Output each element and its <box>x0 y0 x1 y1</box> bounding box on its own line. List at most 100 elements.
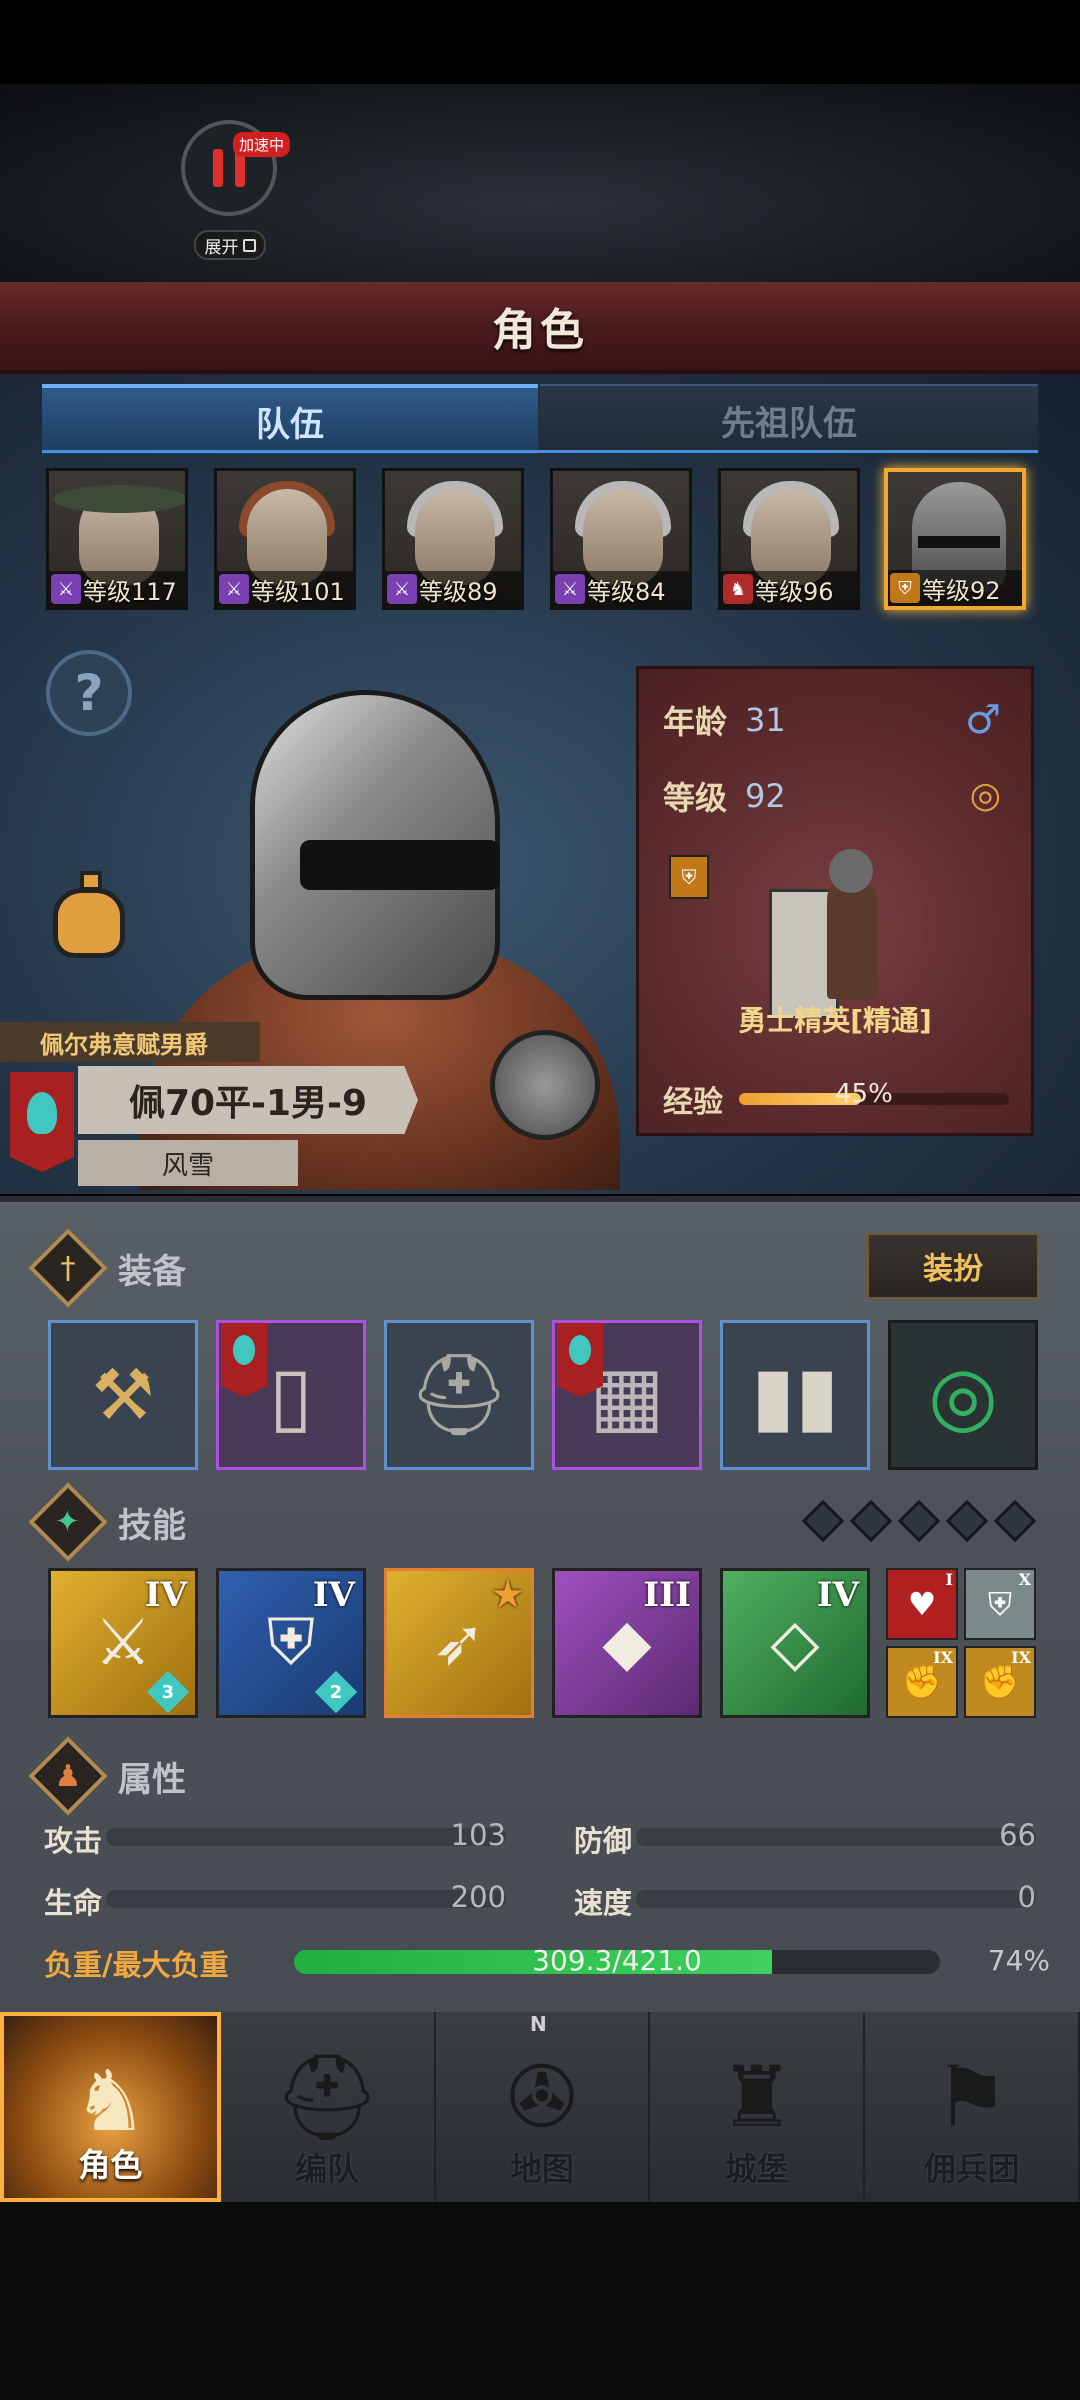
helmet-icon: ⛑ <box>273 2047 381 2146</box>
skill-slot-2[interactable]: ⛨ IV 2 <box>216 1568 366 1718</box>
speed-badge: 加速中 <box>233 132 291 157</box>
skill-rank: III <box>643 1575 691 1615</box>
expand-button[interactable]: 展开 <box>194 230 266 260</box>
nav-label: 佣兵团 <box>923 2150 1020 2188</box>
male-icon: ♂ <box>965 697 1001 743</box>
skill-slot-4[interactable]: ◆ III <box>552 1568 702 1718</box>
shield-icon: ⛨ <box>890 573 920 603</box>
passive-skill-2[interactable]: ⛨ X <box>964 1568 1036 1640</box>
age-label: 年龄 <box>663 703 728 741</box>
skill-rank: IX <box>933 1648 953 1667</box>
level-label: 等级 <box>663 779 728 817</box>
level-strip: ⛨ 等级92 <box>888 570 1022 606</box>
attack-value: 103 <box>450 1818 506 1852</box>
roster-level: 等级96 <box>755 577 834 606</box>
skill-rank: ★ <box>492 1575 523 1615</box>
level-strip: ♞ 等级96 <box>721 571 857 607</box>
defense-label: 防御 <box>574 1824 633 1858</box>
equip-slot-weapon[interactable]: ⚒ <box>48 1320 198 1470</box>
tab-team[interactable]: 队伍 <box>42 384 538 454</box>
skills-header: ✦ 技能 <box>28 1482 186 1562</box>
bottom-bar-area <box>0 2202 1080 2400</box>
nav-mercenary[interactable]: ⚑ 佣兵团 <box>865 2012 1080 2202</box>
skill-level-badge: 2 <box>314 1670 358 1714</box>
character-name[interactable]: 佩70平-1男-9 <box>78 1066 418 1134</box>
title-banner: 角色 <box>0 282 1080 374</box>
roster-portrait-1[interactable]: ⚔ 等级117 <box>46 468 188 610</box>
nav-formation[interactable]: ⛑ 编队 <box>220 2012 436 2202</box>
skill-slot-3[interactable]: ➶ ★ <box>384 1568 534 1718</box>
hp-row: 生命 <box>44 1880 102 1922</box>
equip-slot-armor[interactable]: ▦ <box>552 1320 702 1470</box>
skill-slot-1[interactable]: ⚔ IV 3 <box>48 1568 198 1718</box>
nav-castle[interactable]: ♜ 城堡 <box>650 2012 866 2202</box>
tab-ancestor[interactable]: 先祖队伍 <box>540 384 1038 454</box>
nav-map[interactable]: ✇ 地图 <box>435 2012 651 2202</box>
speed-value: 0 <box>1017 1880 1036 1914</box>
passive-skill-4[interactable]: ✊ IX <box>964 1646 1036 1718</box>
passive-skill-3[interactable]: ✊ IX <box>886 1646 958 1718</box>
level-value: 92 <box>745 777 786 815</box>
mercenary-icon: ⚑ <box>933 2048 1010 2146</box>
star-icon: ✦ <box>28 1482 108 1562</box>
exp-row: 经验 45% <box>663 1077 1009 1121</box>
equip-slot-helmet[interactable]: ⛑ <box>384 1320 534 1470</box>
castle-icon: ♜ <box>719 2048 795 2146</box>
skill-rank: I <box>945 1570 953 1589</box>
class-name: 勇士精英[精通] <box>738 1004 932 1037</box>
roster-level: 等级117 <box>83 577 177 606</box>
crystal-icon: ◆ <box>602 1606 652 1680</box>
equipment-header: † 装备 <box>28 1228 186 1308</box>
page-title: 角色 <box>492 305 588 356</box>
skill-slot-5[interactable]: ◇ IV <box>720 1568 870 1718</box>
roster-portrait-4[interactable]: ⚔ 等级84 <box>550 468 692 610</box>
charge-icon: ➶ <box>432 1606 486 1680</box>
compass-icon: ✇ <box>506 2048 578 2146</box>
skills-title: 技能 <box>118 1505 186 1546</box>
passive-skill-1[interactable]: ♥ I <box>886 1568 958 1640</box>
roster-portrait-3[interactable]: ⚔ 等级89 <box>382 468 524 610</box>
skill-rank: X <box>1018 1570 1031 1589</box>
equip-slot-accessory[interactable]: ◎ <box>888 1320 1038 1470</box>
exp-percent: 45% <box>835 1079 893 1109</box>
equip-slot-shield[interactable]: ▯ <box>216 1320 366 1470</box>
roster-portrait-5[interactable]: ♞ 等级96 <box>718 468 860 610</box>
roster-level: 等级101 <box>251 577 345 606</box>
nav-character[interactable]: ♞ 角色 <box>0 2012 221 2202</box>
potion-icon[interactable] <box>48 871 130 966</box>
boots-icon: ▮▮ <box>750 1348 840 1442</box>
nav-label: 角色 <box>78 2146 143 2184</box>
nav-label: 地图 <box>509 2150 574 2188</box>
skill-rank: IV <box>816 1575 859 1615</box>
shield-class-icon: ⛨ <box>669 855 709 899</box>
staff-icon: ⚔ <box>387 574 417 604</box>
staff-icon: ⚔ <box>51 574 81 604</box>
horse-icon: ♞ <box>723 574 753 604</box>
ring-icon: ◎ <box>969 775 1001 816</box>
attributes-title: 属性 <box>118 1759 186 1800</box>
nav-label: 城堡 <box>724 2150 789 2188</box>
age-row: 年龄 31 <box>663 697 786 743</box>
ring-icon: ◎ <box>928 1348 998 1442</box>
speed-label: 速度 <box>574 1886 633 1920</box>
load-percent: 74% <box>987 1944 1050 1977</box>
exp-label: 经验 <box>663 1085 723 1120</box>
roster-level: 等级84 <box>587 577 666 606</box>
roster-portrait-2[interactable]: ⚔ 等级101 <box>214 468 356 610</box>
level-strip: ⚔ 等级117 <box>49 571 185 607</box>
roster-level: 等级92 <box>922 576 1001 605</box>
dress-button[interactable]: 装扮 <box>866 1232 1040 1300</box>
level-strip: ⚔ 等级89 <box>385 571 521 607</box>
tab-divider <box>42 450 1038 453</box>
staff-icon: ⚔ <box>219 574 249 604</box>
staff-icon: ⚔ <box>555 574 585 604</box>
roster-level: 等级89 <box>419 577 498 606</box>
bash-icon: ✊ <box>902 1663 942 1701</box>
hp-value: 200 <box>450 1880 506 1914</box>
equipment-title: 装备 <box>118 1251 186 1292</box>
helmet-visor <box>918 536 1000 548</box>
shield-icon: ⛨ <box>987 1584 1012 1623</box>
roster-portrait-6[interactable]: ⛨ 等级92 <box>884 468 1026 610</box>
attack-row: 攻击 <box>44 1818 102 1860</box>
equip-slot-boots[interactable]: ▮▮ <box>720 1320 870 1470</box>
